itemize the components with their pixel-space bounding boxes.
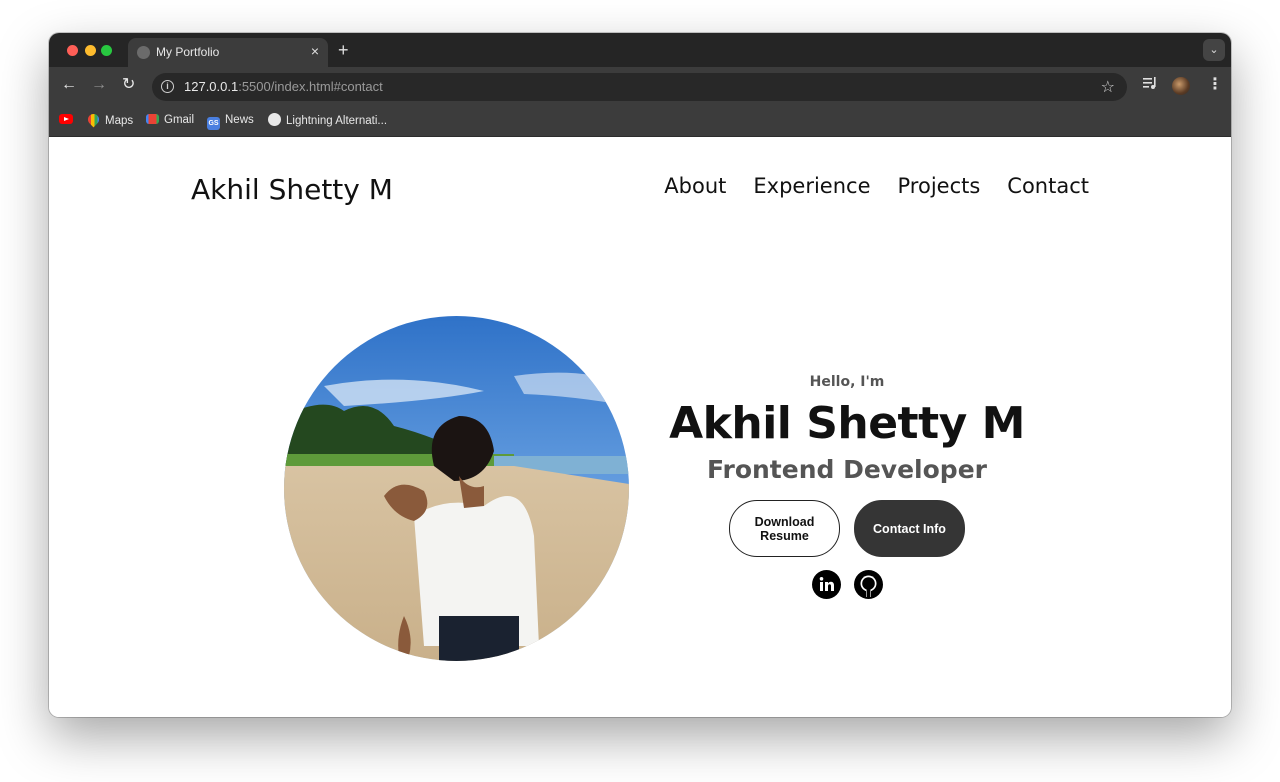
youtube-icon xyxy=(59,114,73,124)
bookmark-label: News xyxy=(225,114,254,126)
hero-greeting: Hello, I'm xyxy=(809,374,885,390)
social-links xyxy=(669,570,1025,599)
bookmark-label: Lightning Alternati... xyxy=(286,115,388,127)
bookmarks-bar: Maps Gmail GS News Lightning Alternati... xyxy=(49,105,1231,137)
address-url[interactable]: 127.0.0.1:5500/index.html#contact xyxy=(184,79,383,94)
news-icon: GS xyxy=(207,117,220,130)
globe-icon xyxy=(137,46,150,59)
globe-icon xyxy=(268,113,281,126)
back-icon[interactable]: ← xyxy=(61,76,77,94)
bookmark-lightning[interactable]: Lightning Alternati... xyxy=(268,113,387,128)
gmail-icon xyxy=(146,114,159,124)
media-controls-icon[interactable] xyxy=(1143,76,1157,94)
close-tab-icon[interactable]: × xyxy=(311,43,319,59)
nav-link-contact[interactable]: Contact xyxy=(1007,174,1089,198)
reload-icon[interactable]: ↻ xyxy=(122,76,135,94)
site-nav: About Experience Projects Contact xyxy=(664,174,1089,198)
browser-window: My Portfolio × + ⌄ ← → ↻ i 127.0.0.1:550… xyxy=(49,33,1231,717)
hero-name: Akhil Shetty M xyxy=(669,398,1025,449)
new-tab-button[interactable]: + xyxy=(338,39,349,61)
download-resume-button[interactable]: Download Resume xyxy=(729,500,840,557)
address-host: 127.0.0.1 xyxy=(184,79,239,94)
bookmark-gmail[interactable]: Gmail xyxy=(146,113,194,127)
nav-link-projects[interactable]: Projects xyxy=(898,174,981,198)
maximize-window-button[interactable] xyxy=(101,45,112,56)
hero-buttons: Download Resume Contact Info xyxy=(669,500,1025,557)
bookmark-star-icon[interactable]: ☆ xyxy=(1101,77,1115,97)
tab-title: My Portfolio xyxy=(156,45,220,59)
linkedin-icon[interactable] xyxy=(811,570,841,599)
close-window-button[interactable] xyxy=(67,45,78,56)
more-menu-icon[interactable]: ⋮ xyxy=(1207,76,1223,94)
address-path: :5500/index.html#contact xyxy=(238,79,383,94)
hero-section: Hello, I'm Akhil Shetty M Frontend Devel… xyxy=(669,374,1025,599)
bookmark-label: Maps xyxy=(105,115,134,127)
nav-link-experience[interactable]: Experience xyxy=(753,174,870,198)
site-info-icon[interactable]: i xyxy=(161,80,174,93)
tab-strip: My Portfolio × + ⌄ xyxy=(49,33,1231,67)
bookmark-youtube[interactable] xyxy=(59,113,78,127)
bookmark-news[interactable]: GS News xyxy=(207,113,254,130)
github-icon[interactable] xyxy=(853,570,883,599)
site-logo[interactable]: Akhil Shetty M xyxy=(191,173,393,206)
portfolio-page: Akhil Shetty M About Experience Projects… xyxy=(49,138,1231,717)
bookmark-label: Gmail xyxy=(164,114,195,126)
bookmark-maps[interactable]: Maps xyxy=(85,111,134,128)
profile-photo xyxy=(284,316,629,661)
nav-link-about[interactable]: About xyxy=(664,174,726,198)
hero-role: Frontend Developer xyxy=(707,455,987,484)
address-bar[interactable]: i 127.0.0.1:5500/index.html#contact ☆ xyxy=(152,73,1127,101)
profile-avatar-icon[interactable] xyxy=(1172,77,1190,95)
tab-my-portfolio[interactable]: My Portfolio × xyxy=(128,38,328,67)
forward-icon[interactable]: → xyxy=(91,76,107,94)
maps-icon xyxy=(85,111,102,128)
minimize-window-button[interactable] xyxy=(85,45,96,56)
browser-toolbar: ← → ↻ i 127.0.0.1:5500/index.html#contac… xyxy=(49,67,1231,105)
contact-info-button[interactable]: Contact Info xyxy=(854,500,965,557)
tab-search-button[interactable]: ⌄ xyxy=(1203,39,1225,61)
